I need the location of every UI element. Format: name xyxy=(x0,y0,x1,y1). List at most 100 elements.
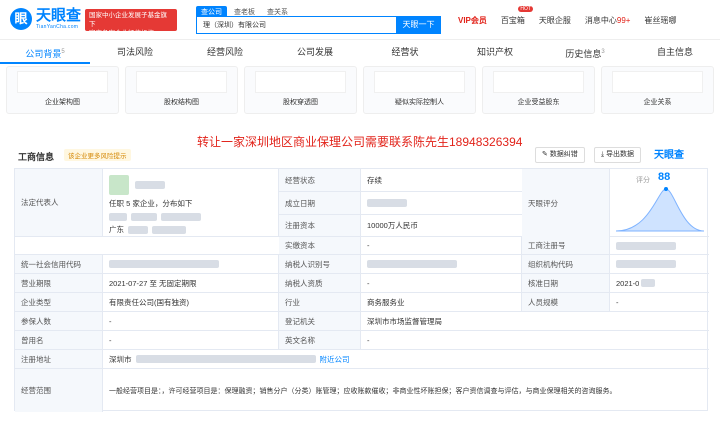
section-title: 工商信息 xyxy=(18,152,55,162)
card-thumbnail xyxy=(136,71,227,93)
nearby-companies-link[interactable]: 附近公司 xyxy=(320,354,350,365)
banner-line1: 国家中小企业发展子基金旗下 xyxy=(89,12,167,28)
address-value: 深圳市 附近公司 xyxy=(103,350,709,368)
search-input[interactable] xyxy=(197,17,397,33)
site-logo[interactable]: 眼 天眼查 TianYanCha.com xyxy=(10,8,81,30)
staff-size-value: - xyxy=(616,297,619,307)
card-label: 股权穿透图 xyxy=(283,99,318,106)
tab-history[interactable]: 历史信息3 xyxy=(540,40,630,64)
tab-judicial-risk[interactable]: 司法风险 xyxy=(90,40,180,64)
address-text: 深圳市 xyxy=(109,354,132,364)
status-value: 存续 xyxy=(361,169,537,191)
region-chip-redacted xyxy=(128,225,148,234)
founded-date-redacted xyxy=(367,199,407,207)
card-relations[interactable]: 企业关系 xyxy=(601,66,714,114)
staff-size-label: 人员规模 xyxy=(522,293,610,311)
card-structure[interactable]: 企业架构图 xyxy=(6,66,119,114)
logo-subtext: TianYanCha.com xyxy=(36,24,79,30)
message-center-link[interactable]: 消息中心99+ xyxy=(585,15,631,26)
card-controller[interactable]: 疑似实际控制人 xyxy=(363,66,476,114)
former-name-value: - xyxy=(103,331,279,349)
status-label: 经营状态 xyxy=(279,169,361,191)
promo-banner[interactable]: 国家中小企业发展子基金旗下 官方备案企业征信机构 xyxy=(85,9,177,37)
scope-value: 一般经营项目是：，许可经营项目是：保理融资；销售分户（分类）账管理；应收账款催收… xyxy=(109,387,617,395)
legal-rep-region: 广东 xyxy=(109,225,124,234)
export-data-button[interactable]: ⤓ 导出数据 xyxy=(594,147,642,163)
org-code-redacted xyxy=(616,260,676,268)
tab-development[interactable]: 公司发展 xyxy=(270,40,360,64)
taxpayer-id-redacted xyxy=(367,260,457,268)
card-label: 企业架构图 xyxy=(45,99,80,106)
card-equity-penetration[interactable]: 股权穿透图 xyxy=(244,66,357,114)
data-correction-button[interactable]: ✎ 数据纠错 xyxy=(535,147,585,163)
card-equity-structure[interactable]: 股权结构图 xyxy=(125,66,238,114)
business-info-table: 法定代表人 任职 5 家企业，分布如下 广东 经营状态 存续 成立日期 注册资本… xyxy=(14,168,709,412)
tab-ip[interactable]: 知识产权 xyxy=(450,40,540,64)
term-label: 营业期限 xyxy=(15,274,103,292)
card-thumbnail xyxy=(17,71,108,93)
table-row: 曾用名 - 英文名称 - xyxy=(15,331,709,350)
card-thumbnail xyxy=(493,71,584,93)
authority-value: 深圳市市场监督管理局 xyxy=(367,316,442,326)
tab-operating-status[interactable]: 经营状 xyxy=(360,40,450,64)
address-label: 注册地址 xyxy=(15,350,103,368)
region-chip-redacted xyxy=(152,225,186,234)
term-value: 2021-07-27 至 无固定期限 xyxy=(103,274,279,292)
message-count: 99+ xyxy=(616,16,631,25)
approve-date-label: 核准日期 xyxy=(522,274,610,292)
tab-self-info[interactable]: 自主信息 xyxy=(630,40,720,64)
address-redacted xyxy=(135,355,316,363)
risk-warning-badge[interactable]: 该企业更多风险提示 xyxy=(64,149,131,161)
tab-label: 公司发展 xyxy=(296,47,333,57)
english-name-value: - xyxy=(367,335,370,345)
tab-count: 5 xyxy=(61,49,65,55)
legal-rep-tenure: 任职 5 家企业，分布如下 xyxy=(109,199,193,208)
tax-quality-label: 纳税人资质 xyxy=(279,274,361,292)
enterprise-service-link[interactable]: 天眼企服 xyxy=(539,15,571,26)
brand-logo-small: 天眼查 xyxy=(654,150,684,161)
authority-label: 登记机关 xyxy=(279,312,361,330)
legal-rep-avatar[interactable] xyxy=(109,175,129,195)
company-type-label: 企业类型 xyxy=(15,293,103,311)
table-row: 实缴资本 - 工商注册号 xyxy=(15,237,709,255)
score-label: 天眼评分 xyxy=(522,169,610,237)
hot-badge: HOT xyxy=(518,6,533,12)
tab-background[interactable]: 公司背景5 xyxy=(0,40,90,64)
score-value: 88 xyxy=(658,171,671,183)
region-chip-redacted xyxy=(161,213,201,221)
english-name-label: 英文名称 xyxy=(279,331,361,349)
capital-value: 10000万人民币 xyxy=(361,215,537,236)
insured-value: - xyxy=(103,312,279,330)
taxpayer-id-value xyxy=(361,255,522,273)
tab-label: 经营风险 xyxy=(206,47,243,57)
tab-label: 司法风险 xyxy=(116,47,153,57)
tab-label: 公司背景 xyxy=(25,49,62,59)
toolbox-link[interactable]: 百宝箱 HOT xyxy=(501,6,533,26)
score-text: 评分 xyxy=(636,177,650,184)
credit-code-redacted xyxy=(109,260,219,268)
score-chart[interactable]: 评分 88 xyxy=(610,169,708,237)
industry-value: 商务服务业 xyxy=(361,293,522,311)
legal-rep-value: 任职 5 家企业，分布如下 广东 xyxy=(103,169,279,236)
founded-value xyxy=(361,192,537,214)
logo-mark-icon: 眼 xyxy=(10,8,32,30)
paid-capital-label: 实缴资本 xyxy=(279,237,361,254)
user-menu[interactable]: 崔丝瑶哪 xyxy=(644,15,676,26)
legal-rep-name-redacted[interactable] xyxy=(135,181,165,189)
approve-date-redacted xyxy=(641,279,656,287)
message-label: 消息中心 xyxy=(584,16,617,25)
search-button[interactable]: 天眼一下 xyxy=(396,16,441,34)
tab-label: 经营状 xyxy=(391,47,419,57)
top-nav: VIP会员 百宝箱 HOT 天眼企服 消息中心99+ 崔丝瑶哪 xyxy=(458,6,676,26)
tab-count: 3 xyxy=(601,49,605,55)
approve-date-text: 2021-0 xyxy=(616,278,640,288)
table-row: 统一社会信用代码 纳税人识别号 组织机构代码 xyxy=(15,255,709,274)
card-beneficiary[interactable]: 企业受益股东 xyxy=(482,66,595,114)
button-label: 数据纠错 xyxy=(549,151,578,158)
edit-icon: ✎ xyxy=(542,151,550,158)
search-box: 天眼一下 xyxy=(196,16,441,34)
tab-operating-risk[interactable]: 经营风险 xyxy=(180,40,270,64)
banner-line2: 官方备案企业征信机构 xyxy=(89,30,154,37)
vip-link[interactable]: VIP会员 xyxy=(458,15,487,26)
approve-date-value: 2021-0 xyxy=(610,274,709,292)
